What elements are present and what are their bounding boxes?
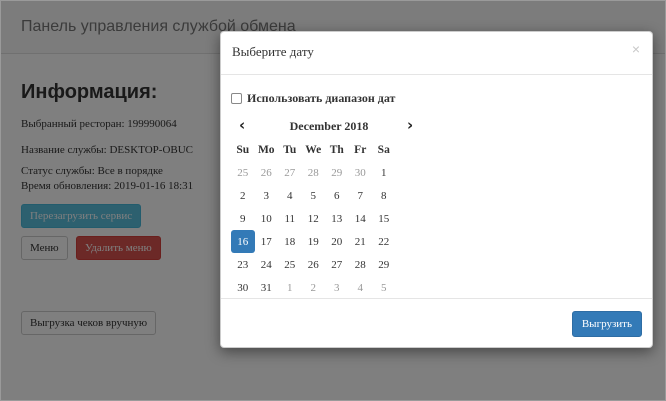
calendar-day[interactable]: 5 bbox=[302, 184, 326, 207]
calendar-day[interactable]: 18 bbox=[278, 230, 302, 253]
calendar-day[interactable]: 1 bbox=[372, 161, 396, 184]
calendar-day[interactable]: 24 bbox=[255, 253, 279, 276]
calendar-day[interactable]: 4 bbox=[278, 184, 302, 207]
calendar-month-label[interactable]: December 2018 bbox=[231, 119, 427, 134]
calendar-grid: Su Mo Tu We Th Fr Sa 25 26 27 28 29 30 1 2 3 4 5 6 7 8 9 10 11… bbox=[231, 138, 396, 299]
calendar-day[interactable]: 27 bbox=[325, 253, 349, 276]
close-icon[interactable]: × bbox=[632, 41, 640, 57]
calendar-day[interactable]: 30 bbox=[231, 276, 255, 299]
weekday-header: Th bbox=[329, 143, 344, 156]
calendar-day[interactable]: 2 bbox=[302, 276, 326, 299]
date-range-option[interactable]: Использовать диапазон дат bbox=[231, 91, 395, 106]
calendar-week-row: 9 10 11 12 13 14 15 bbox=[231, 207, 396, 230]
modal-footer: Выгрузить bbox=[221, 298, 652, 348]
calendar-day[interactable]: 21 bbox=[349, 230, 373, 253]
calendar-day[interactable]: 30 bbox=[349, 161, 373, 184]
calendar-day-selected[interactable]: 16 bbox=[231, 230, 255, 253]
calendar-week-row: 23 24 25 26 27 28 29 bbox=[231, 253, 396, 276]
weekday-header: Tu bbox=[283, 143, 297, 156]
weekday-header: Fr bbox=[354, 143, 367, 156]
calendar-days: 25 26 27 28 29 30 1 2 3 4 5 6 7 8 9 10 11 12 13 14 15 16 17 18 1… bbox=[231, 161, 396, 299]
calendar-day[interactable]: 12 bbox=[302, 207, 326, 230]
calendar-day[interactable]: 26 bbox=[302, 253, 326, 276]
calendar-day[interactable]: 25 bbox=[278, 253, 302, 276]
calendar-day[interactable]: 3 bbox=[255, 184, 279, 207]
calendar-week-row: 25 26 27 28 29 30 1 bbox=[231, 161, 396, 184]
calendar-day[interactable]: 9 bbox=[231, 207, 255, 230]
calendar-day[interactable]: 29 bbox=[372, 253, 396, 276]
calendar-day[interactable]: 11 bbox=[278, 207, 302, 230]
date-picker-modal: Выберите дату × Использовать диапазон да… bbox=[220, 31, 653, 348]
weekday-header: Sa bbox=[377, 143, 390, 156]
calendar-day[interactable]: 31 bbox=[255, 276, 279, 299]
calendar-day[interactable]: 8 bbox=[372, 184, 396, 207]
calendar-day[interactable]: 13 bbox=[325, 207, 349, 230]
calendar-day[interactable]: 22 bbox=[372, 230, 396, 253]
calendar-day[interactable]: 5 bbox=[372, 276, 396, 299]
calendar-day[interactable]: 25 bbox=[231, 161, 255, 184]
calendar-day[interactable]: 15 bbox=[372, 207, 396, 230]
calendar-day[interactable]: 26 bbox=[255, 161, 279, 184]
date-range-checkbox[interactable] bbox=[231, 92, 242, 104]
date-range-label: Использовать диапазон дат bbox=[247, 91, 396, 105]
calendar-week-row: 30 31 1 2 3 4 5 bbox=[231, 276, 396, 299]
export-button[interactable]: Выгрузить bbox=[571, 311, 642, 337]
calendar-week-row: 16 17 18 19 20 21 22 bbox=[231, 230, 396, 253]
calendar-day[interactable]: 19 bbox=[302, 230, 326, 253]
calendar-day[interactable]: 28 bbox=[349, 253, 373, 276]
weekday-header: Mo bbox=[257, 143, 275, 156]
calendar-week-row: 2345678 bbox=[231, 184, 396, 207]
calendar: ‹ December 2018 › Su Mo Tu We Th Fr Sa 25 26 27 2… bbox=[231, 116, 421, 299]
weekday-header-row: Su Mo Tu We Th Fr Sa bbox=[231, 138, 396, 161]
weekday-header: Su bbox=[236, 143, 250, 156]
calendar-day[interactable]: 20 bbox=[325, 230, 349, 253]
calendar-day[interactable]: 23 bbox=[231, 253, 255, 276]
weekday-header: We bbox=[305, 143, 322, 156]
calendar-day[interactable]: 3 bbox=[325, 276, 349, 299]
calendar-day[interactable]: 6 bbox=[325, 184, 349, 207]
calendar-nav: ‹ December 2018 › bbox=[231, 116, 421, 138]
calendar-day[interactable]: 14 bbox=[349, 207, 373, 230]
calendar-day[interactable]: 27 bbox=[278, 161, 302, 184]
calendar-day[interactable]: 17 bbox=[255, 230, 279, 253]
calendar-day[interactable]: 4 bbox=[349, 276, 373, 299]
calendar-day[interactable]: 7 bbox=[349, 184, 373, 207]
calendar-day[interactable]: 2 bbox=[231, 184, 255, 207]
chevron-right-icon[interactable]: › bbox=[407, 116, 413, 134]
modal-title: Выберите дату bbox=[232, 44, 314, 59]
calendar-day[interactable]: 29 bbox=[325, 161, 349, 184]
calendar-day[interactable]: 1 bbox=[278, 276, 302, 299]
modal-header: Выберите дату × bbox=[221, 32, 652, 75]
calendar-day[interactable]: 28 bbox=[302, 161, 326, 184]
calendar-day[interactable]: 10 bbox=[255, 207, 279, 230]
